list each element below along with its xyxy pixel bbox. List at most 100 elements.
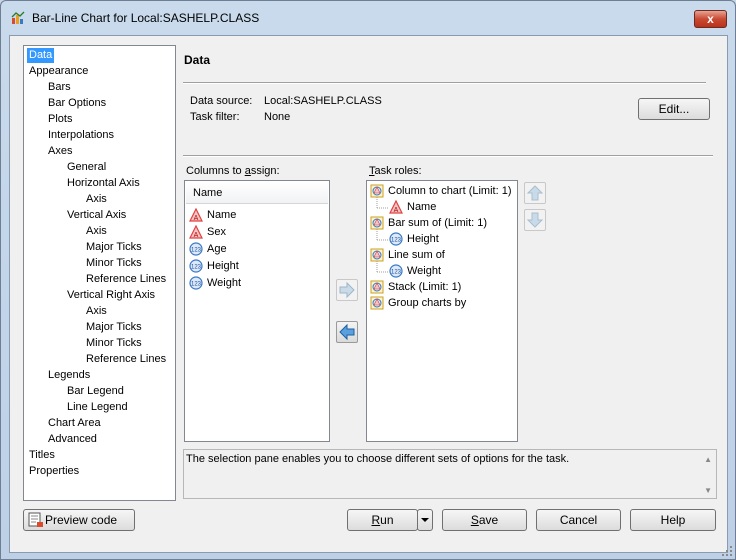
svg-text:123: 123 [391, 270, 402, 276]
move-up-button[interactable] [524, 182, 546, 204]
scroll-down-icon[interactable]: ▼ [704, 486, 712, 495]
tree-item[interactable]: Legends [46, 368, 92, 383]
bar-line-chart-icon [11, 11, 25, 24]
title-bar[interactable]: Bar-Line Chart for Local:SASHELP.CLASS x [1, 1, 735, 35]
columns-list[interactable]: Name A Name A Sex 123 Age 123 Height 123 Weight [184, 180, 330, 442]
svg-text:A: A [394, 207, 399, 214]
list-item[interactable]: A Sex [189, 224, 325, 241]
remove-from-role-button[interactable] [336, 321, 358, 343]
task-role-icon [370, 184, 384, 198]
tree-item[interactable]: Horizontal Axis [65, 176, 142, 191]
list-item[interactable]: A Name [189, 207, 325, 224]
preview-code-button[interactable]: Preview code [23, 509, 135, 531]
help-label: Help [660, 513, 686, 527]
tree-item[interactable]: Interpolations [46, 128, 116, 143]
tree-item[interactable]: Bar Legend [65, 384, 126, 399]
tree-item[interactable]: Properties [27, 464, 81, 479]
options-tree[interactable]: Data Appearance Bars Bar Options Plots Interp… [23, 45, 176, 501]
arrow-up-icon [526, 185, 544, 201]
help-button[interactable]: Help [630, 509, 716, 531]
character-column-icon: A [389, 200, 403, 214]
tree-item[interactable]: Reference Lines [84, 352, 168, 367]
character-column-icon: A [189, 208, 203, 222]
task-role-icon [370, 296, 384, 310]
close-button[interactable]: x [694, 10, 727, 28]
numeric-column-icon: 123 [189, 259, 203, 273]
tree-item[interactable]: Bars [46, 80, 73, 95]
tree-item[interactable]: Axis [84, 304, 109, 319]
task-role[interactable]: Line sum of [370, 247, 513, 264]
scroll-up-icon[interactable]: ▲ [704, 455, 712, 464]
task-role-label: Stack (Limit: 1) [388, 281, 462, 293]
list-item-label: Age [207, 243, 227, 255]
tree-item[interactable]: Minor Ticks [84, 336, 144, 351]
tree-item[interactable]: General [65, 160, 108, 175]
tree-item[interactable]: Titles [27, 448, 57, 463]
list-item-label: Sex [207, 226, 226, 238]
tree-item[interactable]: Axis [84, 192, 109, 207]
role-assigned-column-label: Weight [407, 265, 442, 277]
data-source-label: Data source: [190, 95, 253, 107]
tree-item[interactable]: Data [27, 48, 55, 63]
numeric-column-icon: 123 [189, 276, 203, 290]
task-role[interactable]: Stack (Limit: 1) [370, 279, 513, 296]
tree-item[interactable]: Vertical Axis [65, 208, 128, 223]
tree-item[interactable]: Appearance [27, 64, 90, 79]
add-to-role-button[interactable] [336, 279, 358, 301]
svg-text:123: 123 [191, 248, 202, 254]
role-assigned-column[interactable]: A Name [389, 199, 513, 216]
dialog-window: Bar-Line Chart for Local:SASHELP.CLASS x… [0, 0, 736, 560]
svg-text:123: 123 [191, 265, 202, 271]
columns-to-assign-label: Columns to assign: [186, 165, 280, 177]
tree-item[interactable]: Line Legend [65, 400, 130, 415]
tree-item[interactable]: Major Ticks [84, 240, 144, 255]
tree-item[interactable]: Axis [84, 224, 109, 239]
role-assigned-column[interactable]: 123 Weight [389, 263, 513, 280]
task-roles-list[interactable]: Column to chart (Limit: 1) A Name Bar sum o… [366, 180, 518, 442]
tree-item[interactable]: Advanced [46, 432, 99, 447]
save-label: ave [478, 513, 499, 527]
section-divider [183, 155, 713, 157]
tree-item[interactable]: Plots [46, 112, 74, 127]
window-title: Bar-Line Chart for Local:SASHELP.CLASS [32, 11, 260, 25]
tree-item[interactable]: Chart Area [46, 416, 103, 431]
list-item[interactable]: 123 Height [189, 258, 325, 275]
tree-item[interactable]: Axes [46, 144, 74, 159]
task-filter-value: None [264, 111, 291, 123]
svg-text:123: 123 [391, 238, 402, 244]
tree-item[interactable]: Vertical Right Axis [65, 288, 157, 303]
columns-label-post: ssign: [250, 165, 280, 177]
run-button[interactable]: Run [347, 509, 418, 531]
list-item-label: Weight [207, 277, 242, 289]
tree-item[interactable]: Bar Options [46, 96, 108, 111]
task-role[interactable]: Group charts by [370, 295, 513, 312]
list-item[interactable]: 123 Weight [189, 275, 325, 292]
tree-item[interactable]: Reference Lines [84, 272, 168, 287]
svg-text:A: A [194, 215, 199, 222]
role-assigned-column[interactable]: 123 Height [389, 231, 513, 248]
run-dropdown-button[interactable] [417, 509, 433, 531]
numeric-column-icon: 123 [389, 232, 403, 246]
list-item-label: Name [207, 209, 237, 221]
move-down-button[interactable] [524, 209, 546, 231]
data-source-value: Local:SASHELP.CLASS [264, 95, 382, 107]
columns-label-pre: Columns to [186, 165, 245, 177]
list-item[interactable]: 123 Age [189, 241, 325, 258]
description-text: The selection pane enables you to choose… [186, 453, 570, 465]
resize-grip-icon[interactable] [721, 545, 733, 557]
cancel-button[interactable]: Cancel [536, 509, 621, 531]
preview-code-label: Preview code [45, 513, 118, 527]
numeric-column-icon: 123 [189, 242, 203, 256]
save-button[interactable]: Save [442, 509, 527, 531]
arrow-down-icon [526, 212, 544, 228]
columns-list-header[interactable]: Name [186, 182, 328, 204]
task-role[interactable]: Bar sum of (Limit: 1) [370, 215, 513, 232]
tree-item[interactable]: Major Ticks [84, 320, 144, 335]
edit-button-label: Edit... [658, 102, 690, 116]
description-pane: The selection pane enables you to choose… [183, 449, 717, 499]
task-roles-label: Task roles: [369, 165, 422, 177]
task-role[interactable]: Column to chart (Limit: 1) [370, 183, 513, 200]
tree-item[interactable]: Minor Ticks [84, 256, 144, 271]
edit-button[interactable]: Edit... [638, 98, 710, 120]
arrow-left-icon [339, 323, 355, 341]
